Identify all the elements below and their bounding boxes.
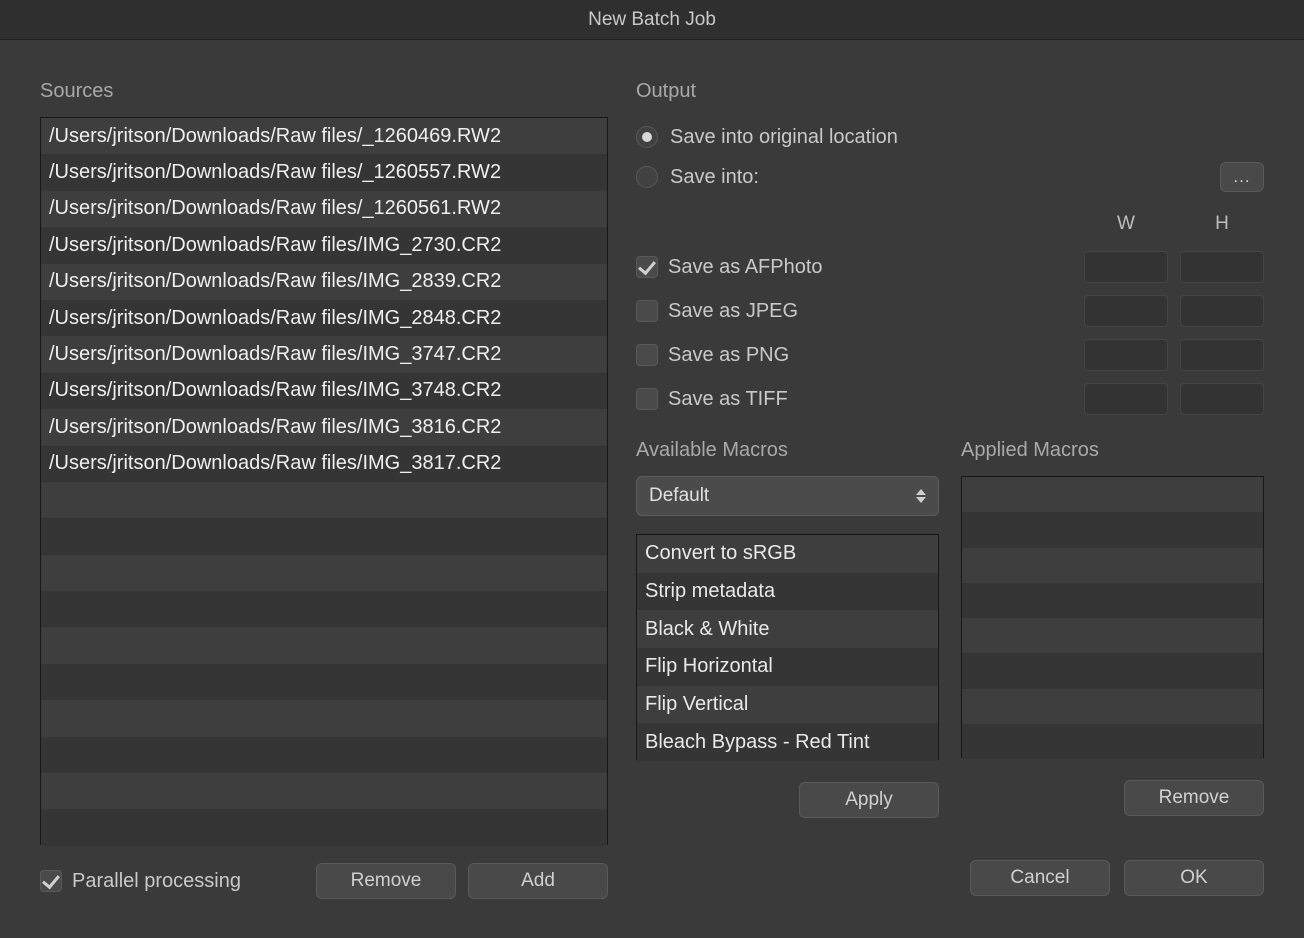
window-title: New Batch Job	[588, 9, 716, 31]
macro-row[interactable]: Flip Horizontal	[637, 648, 938, 686]
save-tiff-label: Save as TIFF	[668, 388, 788, 411]
source-file-row[interactable]	[41, 591, 607, 627]
tiff-height-input[interactable]	[1180, 383, 1264, 415]
png-height-input[interactable]	[1180, 339, 1264, 371]
checkbox-icon	[636, 344, 658, 366]
save-afphoto-label: Save as AFPhoto	[668, 256, 823, 279]
source-file-row[interactable]: /Users/jritson/Downloads/Raw files/IMG_3…	[41, 409, 607, 445]
save-original-label: Save into original location	[670, 126, 898, 149]
apply-macro-button[interactable]: Apply	[799, 782, 939, 818]
source-file-row[interactable]: /Users/jritson/Downloads/Raw files/IMG_2…	[41, 227, 607, 263]
applied-macro-row[interactable]	[962, 724, 1263, 759]
source-file-row[interactable]: /Users/jritson/Downloads/Raw files/IMG_3…	[41, 446, 607, 482]
applied-macro-row[interactable]	[962, 653, 1263, 688]
macro-row[interactable]: Strip metadata	[637, 573, 938, 611]
radio-icon	[636, 166, 658, 188]
source-file-row[interactable]: /Users/jritson/Downloads/Raw files/IMG_2…	[41, 300, 607, 336]
cancel-button[interactable]: Cancel	[970, 860, 1110, 896]
save-png-checkbox[interactable]: Save as PNG	[636, 340, 789, 370]
output-label: Output	[636, 80, 1264, 103]
save-jpeg-checkbox[interactable]: Save as JPEG	[636, 296, 798, 326]
save-jpeg-label: Save as JPEG	[668, 300, 798, 323]
png-width-input[interactable]	[1084, 339, 1168, 371]
sources-list[interactable]: /Users/jritson/Downloads/Raw files/_1260…	[40, 117, 608, 845]
applied-macro-row[interactable]	[962, 583, 1263, 618]
height-header: H	[1180, 213, 1264, 235]
dropdown-value: Default	[649, 485, 709, 507]
macro-row[interactable]: Bleach Bypass - Red Tint	[637, 723, 938, 761]
source-file-row[interactable]	[41, 809, 607, 845]
source-file-row[interactable]: /Users/jritson/Downloads/Raw files/IMG_3…	[41, 336, 607, 372]
applied-macro-row[interactable]	[962, 689, 1263, 724]
source-file-row[interactable]	[41, 555, 607, 591]
available-macros-list[interactable]: Convert to sRGBStrip metadataBlack & Whi…	[636, 534, 939, 760]
jpeg-height-input[interactable]	[1180, 295, 1264, 327]
parallel-processing-checkbox[interactable]: Parallel processing	[40, 866, 241, 896]
add-source-button[interactable]: Add	[468, 863, 608, 899]
source-file-row[interactable]	[41, 773, 607, 809]
radio-icon	[636, 126, 658, 148]
save-original-radio[interactable]: Save into original location	[636, 117, 1264, 157]
save-tiff-checkbox[interactable]: Save as TIFF	[636, 384, 788, 414]
source-file-row[interactable]	[41, 664, 607, 700]
save-into-label: Save into:	[670, 166, 759, 189]
source-file-row[interactable]	[41, 518, 607, 554]
source-file-row[interactable]: /Users/jritson/Downloads/Raw files/IMG_2…	[41, 264, 607, 300]
available-macros-label: Available Macros	[636, 439, 939, 462]
source-file-row[interactable]: /Users/jritson/Downloads/Raw files/_1260…	[41, 191, 607, 227]
remove-macro-button[interactable]: Remove	[1124, 780, 1264, 816]
afphoto-height-input[interactable]	[1180, 251, 1264, 283]
applied-macro-row[interactable]	[962, 618, 1263, 653]
checkbox-icon	[40, 870, 62, 892]
macro-row[interactable]: Convert to sRGB	[637, 535, 938, 573]
parallel-processing-label: Parallel processing	[72, 870, 241, 893]
macro-row[interactable]: Flip Vertical	[637, 686, 938, 724]
applied-macro-row[interactable]	[962, 512, 1263, 547]
applied-macros-list[interactable]	[961, 476, 1264, 758]
remove-source-button[interactable]: Remove	[316, 863, 456, 899]
width-header: W	[1084, 213, 1168, 235]
source-file-row[interactable]	[41, 737, 607, 773]
source-file-row[interactable]	[41, 700, 607, 736]
browse-button[interactable]: ...	[1220, 162, 1264, 192]
window-titlebar: New Batch Job	[0, 0, 1304, 40]
source-file-row[interactable]	[41, 627, 607, 663]
checkbox-icon	[636, 388, 658, 410]
save-into-radio[interactable]: Save into:	[636, 157, 759, 197]
tiff-width-input[interactable]	[1084, 383, 1168, 415]
applied-macros-label: Applied Macros	[961, 439, 1264, 462]
checkbox-icon	[636, 256, 658, 278]
save-afphoto-checkbox[interactable]: Save as AFPhoto	[636, 252, 823, 282]
stepper-icon	[914, 489, 928, 503]
source-file-row[interactable]	[41, 482, 607, 518]
applied-macro-row[interactable]	[962, 477, 1263, 512]
source-file-row[interactable]: /Users/jritson/Downloads/Raw files/_1260…	[41, 154, 607, 190]
ok-button[interactable]: OK	[1124, 860, 1264, 896]
macro-row[interactable]: Black & White	[637, 610, 938, 648]
jpeg-width-input[interactable]	[1084, 295, 1168, 327]
wh-header: W H	[636, 213, 1264, 235]
afphoto-width-input[interactable]	[1084, 251, 1168, 283]
macro-category-dropdown[interactable]: Default	[636, 476, 939, 516]
save-png-label: Save as PNG	[668, 344, 789, 367]
source-file-row[interactable]: /Users/jritson/Downloads/Raw files/IMG_3…	[41, 373, 607, 409]
applied-macro-row[interactable]	[962, 548, 1263, 583]
sources-label: Sources	[40, 80, 608, 103]
checkbox-icon	[636, 300, 658, 322]
source-file-row[interactable]: /Users/jritson/Downloads/Raw files/_1260…	[41, 118, 607, 154]
